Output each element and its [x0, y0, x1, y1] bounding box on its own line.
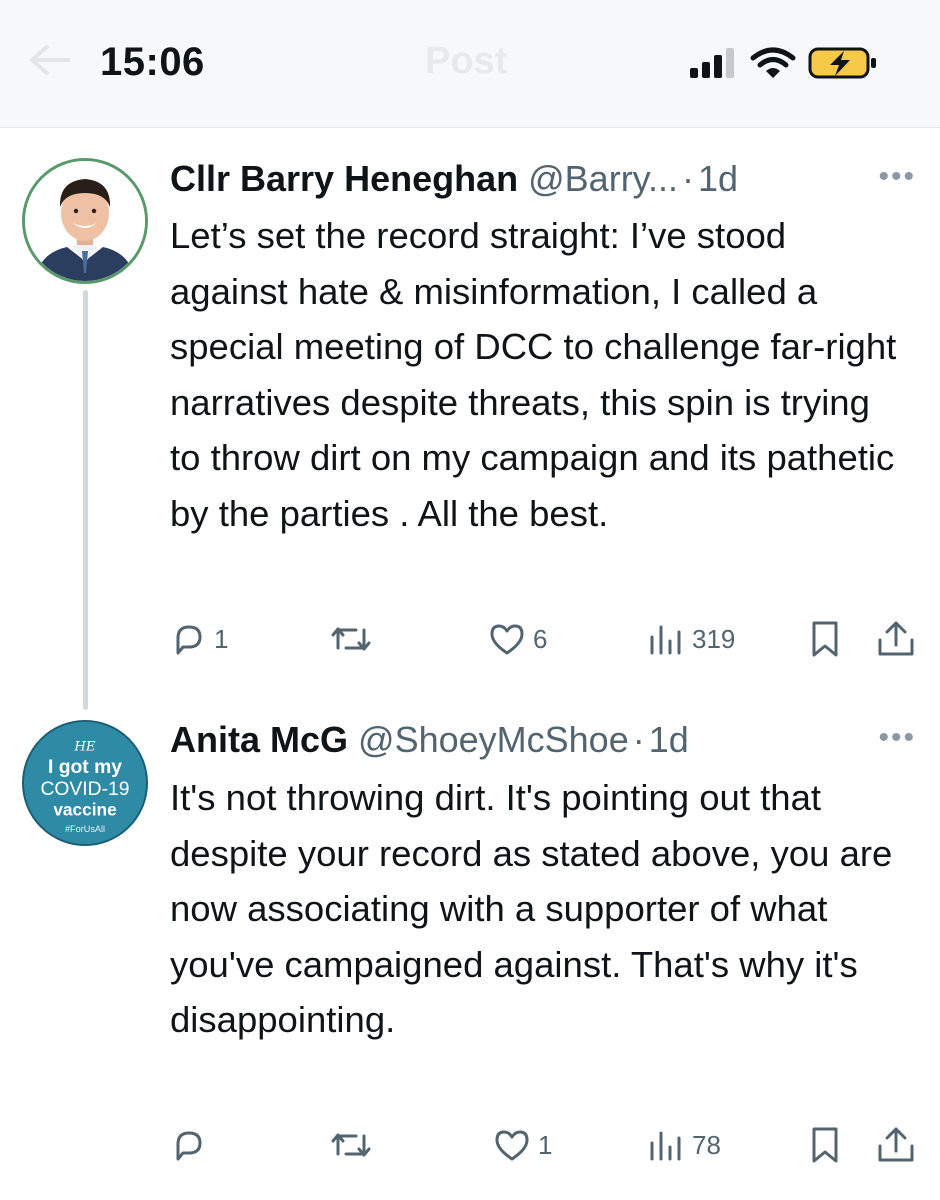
- reply-button[interactable]: 1: [172, 614, 228, 664]
- avatar[interactable]: [22, 158, 148, 284]
- like-count: 6: [533, 623, 548, 654]
- badge-line2: COVID-19: [40, 779, 129, 800]
- bookmark-button[interactable]: [810, 1120, 840, 1170]
- repost-icon: [331, 627, 371, 651]
- reply-icon: [176, 625, 202, 655]
- separator: ·: [682, 158, 695, 199]
- like-count: 1: [538, 1129, 553, 1160]
- display-name[interactable]: Cllr Barry Heneghan: [170, 158, 518, 199]
- like-button[interactable]: 1: [494, 1120, 552, 1170]
- badge-line4: #ForUsAll: [65, 824, 105, 834]
- more-options-icon[interactable]: •••: [878, 721, 916, 755]
- avatar-portrait: [25, 161, 145, 281]
- timestamp[interactable]: 1d: [698, 158, 738, 199]
- tweet-header: Cllr Barry Heneghan @Barry... · 1d: [170, 157, 738, 201]
- handle[interactable]: @Barry...: [528, 158, 678, 199]
- tweet-text: It's not throwing dirt. It's pointing ou…: [170, 777, 893, 1040]
- share-button[interactable]: [876, 614, 916, 664]
- display-name[interactable]: Anita McG: [170, 719, 348, 760]
- reply-icon: [176, 1131, 202, 1161]
- status-bar: Post 15:06: [0, 0, 940, 128]
- handle[interactable]: @ShoeyMcShoe: [358, 719, 629, 760]
- like-icon: [490, 624, 524, 655]
- share-icon: [878, 621, 914, 656]
- reply-button[interactable]: [172, 1120, 214, 1170]
- share-button[interactable]: [876, 1120, 916, 1170]
- more-options-icon[interactable]: •••: [878, 160, 916, 194]
- views-icon: [650, 1131, 681, 1161]
- badge-logo: HE: [73, 739, 96, 754]
- bookmark-button[interactable]: [810, 614, 840, 664]
- repost-icon: [331, 1133, 371, 1157]
- battery-charging-icon: [808, 47, 876, 79]
- vaccine-badge-avatar: HE I got my COVID-19 vaccine #ForUsAll: [24, 722, 146, 844]
- views-icon: [650, 625, 681, 655]
- bookmark-icon: [812, 621, 838, 657]
- like-icon: [495, 1130, 529, 1161]
- tweet-actions: 1 6 319: [0, 614, 940, 664]
- views-count: 319: [692, 623, 736, 654]
- share-icon: [878, 1127, 914, 1162]
- timestamp[interactable]: 1d: [649, 719, 689, 760]
- views-count: 78: [692, 1129, 721, 1160]
- tweet-actions: 1 78: [0, 1120, 940, 1170]
- views-button[interactable]: 319: [648, 614, 735, 664]
- views-button[interactable]: 78: [648, 1120, 721, 1170]
- back-arrow-icon[interactable]: [28, 42, 72, 78]
- header-title: Post: [425, 40, 508, 82]
- tweet-text: Let’s set the record straight: I’ve stoo…: [170, 215, 897, 534]
- badge-line3: vaccine: [53, 800, 117, 820]
- like-button[interactable]: 6: [489, 614, 547, 664]
- avatar[interactable]: HE I got my COVID-19 vaccine #ForUsAll: [22, 720, 148, 846]
- signal-icon: [690, 48, 734, 78]
- tweet-header: Anita McG @ShoeyMcShoe · 1d: [170, 718, 689, 762]
- wifi-icon: [750, 47, 796, 78]
- repost-button[interactable]: [330, 614, 380, 664]
- separator: ·: [632, 719, 645, 760]
- reply-count: 1: [214, 623, 229, 654]
- badge-line1: I got my: [48, 757, 122, 778]
- bookmark-icon: [812, 1127, 838, 1163]
- repost-button[interactable]: [330, 1120, 380, 1170]
- status-time: 15:06: [100, 40, 205, 84]
